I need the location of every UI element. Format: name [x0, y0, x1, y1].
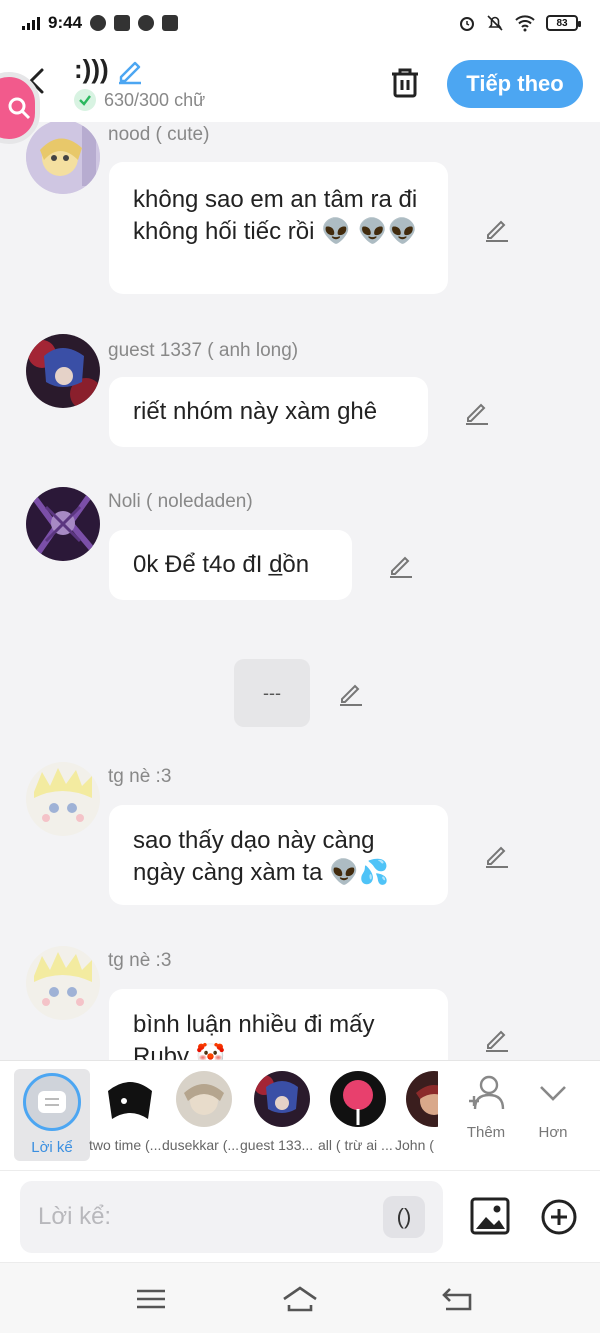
message-bubble[interactable]: không sao em an tâm ra đi không hối tiếc… — [109, 162, 448, 294]
battery-level: 83 — [556, 17, 568, 29]
more-characters-label: Hơn — [538, 1124, 568, 1141]
message-text: không sao em an tâm ra đi không hối tiếc… — [133, 186, 418, 245]
avatar[interactable] — [26, 334, 100, 408]
signal-icon — [22, 16, 40, 30]
parentheses-button[interactable]: () — [383, 1196, 425, 1238]
gallery-notification-icon — [162, 15, 179, 31]
back-nav-icon[interactable] — [438, 1283, 478, 1315]
avatar[interactable] — [26, 487, 100, 561]
avatar[interactable] — [26, 762, 100, 836]
compose-bar: () — [0, 1170, 600, 1262]
message-bubble[interactable]: riết nhóm này xàm ghê — [109, 377, 428, 447]
delete-icon[interactable] — [386, 64, 424, 102]
edit-message-icon[interactable] — [387, 551, 415, 579]
ump-notification-icon — [138, 15, 155, 31]
message-bubble[interactable]: bình luận nhiều đi mấy Ruby 🤡 — [109, 989, 448, 1060]
character-avatar — [406, 1071, 438, 1127]
add-person-icon — [469, 1075, 505, 1110]
character-avatar — [176, 1071, 232, 1127]
narrator-label: Lời kể — [31, 1139, 73, 1156]
story-title: :))) — [74, 54, 109, 84]
character-count: 630/300 chữ — [104, 89, 206, 110]
character-label: dusekkar (... — [162, 1137, 240, 1153]
home-icon[interactable] — [280, 1283, 320, 1315]
alarm-icon — [460, 17, 474, 31]
character-name: tg nè :3 — [108, 950, 172, 971]
edit-message-icon[interactable] — [483, 841, 511, 869]
message-text: riết nhóm này xàm ghê — [133, 398, 378, 425]
avatar[interactable] — [26, 946, 100, 1020]
scene-separator[interactable]: --- — [234, 659, 310, 727]
edit-title-icon[interactable] — [115, 55, 145, 85]
message-text: sao thấy dạo này càng ngày càng xàm ta 👽… — [133, 827, 389, 886]
character-label: John ( — [395, 1137, 434, 1153]
character-avatar — [102, 1071, 158, 1127]
character-avatar — [254, 1071, 310, 1127]
compose-field[interactable]: () — [20, 1181, 443, 1253]
editor-header: :))) 630/300 chữ Tiếp theo — [0, 46, 600, 122]
character-label: guest 133... — [240, 1137, 314, 1153]
more-characters-button[interactable]: Hơn — [523, 1073, 583, 1141]
image-icon[interactable] — [470, 1197, 510, 1235]
message-text: 0k Để t4o đI d̲ồn — [133, 551, 310, 578]
character-name: nood ( cute) — [108, 124, 210, 145]
avatar[interactable] — [26, 122, 100, 194]
edit-separator-icon[interactable] — [337, 679, 365, 707]
narrator-icon — [23, 1073, 81, 1131]
separator-text: --- — [263, 682, 281, 703]
chat-list[interactable]: nood ( cute) không sao em an tâm ra đi k… — [0, 122, 600, 1060]
narrator-option[interactable]: Lời kể — [14, 1069, 90, 1161]
character-selector: Lời kể two time (... dusekkar (... guest… — [0, 1060, 600, 1170]
shop-notification-icon — [114, 15, 131, 31]
add-character-label: Thêm — [466, 1124, 506, 1141]
status-time: 9:44 — [48, 13, 83, 32]
chevron-down-icon — [540, 1086, 566, 1101]
search-icon — [8, 97, 31, 120]
story-title-block: :))) 630/300 chữ — [74, 54, 205, 111]
mute-icon — [487, 15, 503, 31]
character-name: guest 1337 ( anh long) — [108, 340, 299, 361]
next-button[interactable]: Tiếp theo — [447, 60, 583, 108]
character-name: tg nè :3 — [108, 766, 172, 787]
system-nav-bar — [0, 1262, 600, 1333]
menu-icon[interactable] — [131, 1283, 171, 1315]
edit-message-icon[interactable] — [483, 1025, 511, 1053]
add-character-button[interactable]: Thêm — [456, 1073, 516, 1141]
message-text: bình luận nhiều đi mấy Ruby 🤡 — [133, 1011, 375, 1060]
character-avatar — [330, 1071, 386, 1127]
message-bubble[interactable]: sao thấy dạo này càng ngày càng xàm ta 👽… — [109, 805, 448, 905]
add-icon[interactable] — [540, 1198, 578, 1236]
character-label: all ( trừ ai ... — [318, 1137, 393, 1153]
wifi-icon — [515, 15, 535, 32]
character-name: Noli ( noledaden) — [108, 491, 253, 512]
message-bubble[interactable]: 0k Để t4o đI d̲ồn — [109, 530, 352, 600]
app-notification-icon — [90, 15, 107, 31]
message-input[interactable] — [38, 1203, 368, 1231]
battery-icon: 83 — [546, 15, 581, 31]
edit-message-icon[interactable] — [463, 398, 491, 426]
character-label: two time (... — [89, 1137, 162, 1153]
status-bar: 9:44 83 — [0, 0, 600, 46]
edit-message-icon[interactable] — [483, 215, 511, 243]
check-icon — [74, 89, 96, 111]
